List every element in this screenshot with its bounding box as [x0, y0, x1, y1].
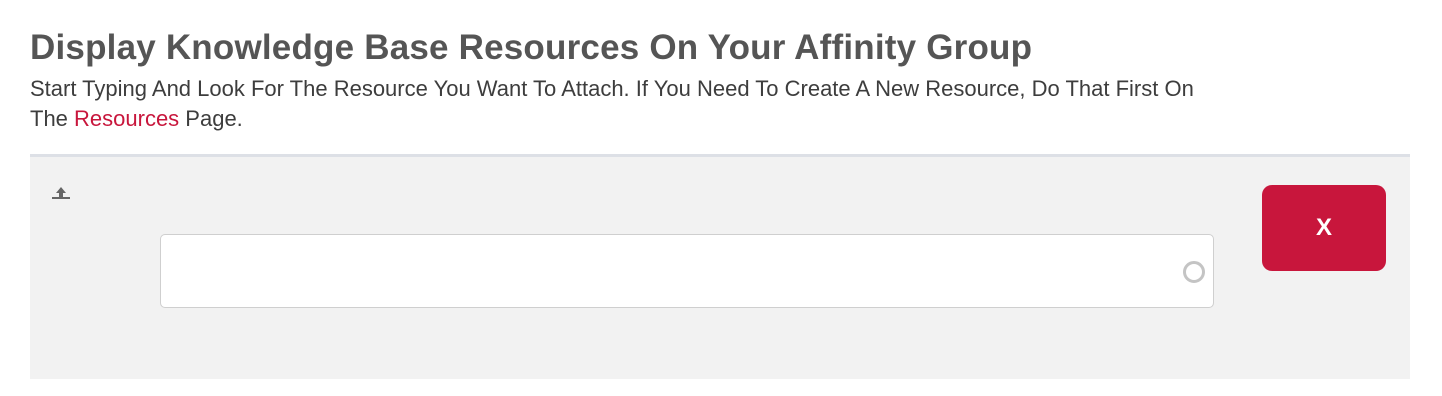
page-description: Start Typing And Look For The Resource Y…: [30, 74, 1210, 134]
resource-search-input[interactable]: [161, 235, 1213, 307]
spinner-icon: [1183, 261, 1205, 283]
resources-link[interactable]: Resources: [74, 106, 179, 131]
remove-resource-button[interactable]: X: [1262, 185, 1386, 271]
page-header: Display Knowledge Base Resources On Your…: [30, 28, 1230, 134]
move-up-icon[interactable]: [50, 185, 72, 201]
resource-row-panel: X: [30, 154, 1410, 379]
description-text-end: Page.: [179, 106, 243, 131]
resource-search-field[interactable]: [160, 234, 1214, 308]
page-title: Display Knowledge Base Resources On Your…: [30, 28, 1033, 67]
